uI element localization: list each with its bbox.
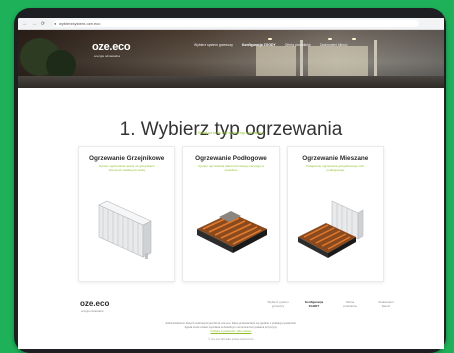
address-text: wybierzsystem.oze.eco (59, 21, 101, 26)
copyright: © oze.eco Wszelkie prawa zastrzeżone (208, 338, 254, 341)
browser-window: ← → ⟳ ● wybierzsystem.oze.eco oze.eco en… (18, 18, 444, 349)
terrace-deck (18, 76, 444, 88)
mixed-heating-icon (297, 200, 363, 258)
site-logo-tagline: energia odnawialna (94, 54, 121, 58)
nav-item-konfiguracja[interactable]: Konfiguracja ZGODY (242, 43, 276, 47)
heating-type-cards: Ogrzewanie Grzejnikowe System ogrzewania… (78, 146, 384, 282)
house-window (256, 46, 296, 76)
reload-icon[interactable]: ⟳ (40, 21, 46, 27)
floor-heating-icon (197, 211, 268, 253)
card-title: Ogrzewanie Grzejnikowe (89, 155, 165, 162)
footer-link-oferta[interactable]: Oferta produktów (339, 300, 361, 308)
legal-notice: Administratorem danych osobowych jest fi… (18, 322, 444, 334)
nav-item-klienci[interactable]: Zadowoleni klienci (320, 43, 348, 47)
footer-link-klienci[interactable]: Zadowoleni klienci (375, 300, 397, 308)
footer-logo[interactable]: oze.eco (80, 299, 109, 308)
house-window (308, 46, 368, 76)
card-mieszane[interactable]: Ogrzewanie Mieszane Połączenie ogrzewani… (286, 146, 384, 282)
page-title: 1. Wybierz typ ogrzewania (119, 118, 343, 140)
hero-banner: oze.eco energia odnawialna Wybierz syste… (18, 30, 444, 88)
forward-icon[interactable]: → (31, 21, 37, 27)
card-title: Ogrzewanie Mieszane (302, 155, 369, 162)
card-description: System ogrzewania oparty na grzejnikach … (98, 164, 155, 172)
radiator-icon (98, 200, 152, 259)
footer-logo-tagline: energia odnawialna (81, 310, 104, 313)
house-pillar (374, 40, 377, 76)
card-podlogowe[interactable]: Ogrzewanie Podłogowe System ogrzewania p… (182, 146, 280, 282)
footer-link-konfiguracja[interactable]: Konfiguracja ZGODY (303, 300, 325, 308)
address-bar[interactable]: ● wybierzsystem.oze.eco (53, 20, 419, 27)
page-subtitle: Kliknij na kartę aby wybrać typ ogrzewan… (198, 131, 264, 135)
back-icon[interactable]: ← (22, 21, 28, 27)
nav-item-wybierz-system[interactable]: Wybierz system grzewczy (194, 43, 233, 47)
ceiling-light (328, 38, 332, 40)
ceiling-light (352, 38, 356, 40)
footer-navigation: Wybierz system grzewczy Konfiguracja ZGO… (267, 300, 397, 308)
card-description: System ogrzewania płaszczyznowego ukryte… (198, 164, 264, 172)
site-logo[interactable]: oze.eco (92, 41, 131, 53)
card-description: Połączenie ogrzewania grzejnikowego oraz… (306, 164, 365, 172)
ceiling-light (268, 38, 272, 40)
lock-icon: ● (54, 21, 57, 26)
privacy-policy-link[interactable]: Polityka prywatności i pliki cookies (211, 330, 252, 333)
top-navigation: Wybierz system grzewczy Konfiguracja ZGO… (194, 43, 347, 47)
card-grzejnikowe[interactable]: Ogrzewanie Grzejnikowe System ogrzewania… (78, 146, 176, 282)
footer-link-wybierz-system[interactable]: Wybierz system grzewczy (267, 300, 289, 308)
card-title: Ogrzewanie Podłogowe (195, 155, 267, 162)
nav-item-oferta[interactable]: Oferta produktów (285, 43, 311, 47)
browser-toolbar: ← → ⟳ ● wybierzsystem.oze.eco (18, 18, 444, 30)
